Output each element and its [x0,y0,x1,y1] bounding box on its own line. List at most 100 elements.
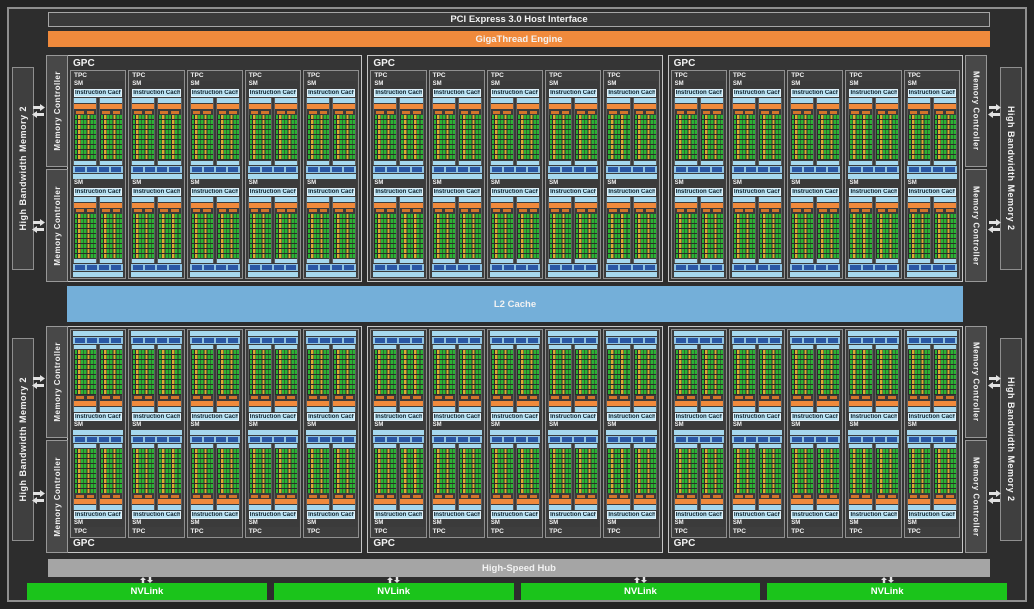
core-grid [333,115,356,160]
dispatch-unit [319,209,328,212]
load-store-segment [273,265,284,270]
dispatch-row [876,494,898,498]
dispatch-unit [503,110,511,114]
sm-partition [373,196,398,263]
dispatch-unit [471,494,479,498]
gpc-row-bottom: GPC TPC SM Instruction Cache SM Instruction C… [67,326,963,553]
load-store-segment [632,166,643,172]
dispatch-unit [771,494,780,498]
scheduler-bar [633,505,656,510]
dispatch-unit [134,494,142,498]
partition-footer-bar [333,160,356,165]
sm-block: SM Instruction Cache [372,331,425,429]
sm-partition [457,196,482,263]
dispatch-unit [144,110,153,114]
scheduler-bar [933,98,956,103]
sm-label: SM [732,520,742,526]
tpc-label: TPC [607,72,621,79]
scheduler-bar [575,505,598,510]
core-grid [817,115,840,160]
scheduler-bar [374,406,397,412]
dispatch-unit [218,209,227,212]
dispatch-row [275,110,297,114]
load-store-segment [711,166,722,172]
tpc-label: TPC [490,72,504,79]
core-grid [400,213,423,258]
sm-partition [548,443,573,510]
dispatch-unit [345,209,354,212]
load-store-row [489,435,541,443]
scheduler-bar [817,196,840,202]
texture-bar [906,173,957,179]
sm-partition [189,443,214,510]
load-store-segment [862,166,873,172]
dispatch-row [275,209,297,213]
dispatch-row [575,209,597,213]
sm-partition [790,443,815,510]
core-grid [933,213,956,258]
sm-partition [273,98,299,165]
instruction-cache-bar: Instruction Cache [732,412,782,421]
load-store-segment [169,436,180,442]
load-store-segment [920,265,931,270]
register-file-bar [817,400,840,406]
memory-controller-label: Memory Controller [52,185,62,266]
scheduler-bar [74,98,97,103]
dispatch-unit [819,110,827,114]
dispatch-row [517,494,539,498]
load-store-segment [308,436,319,442]
memory-controller-label: Memory Controller [52,456,62,537]
tpc-label: TPC [791,528,805,535]
register-file-bar [549,499,572,504]
dispatch-unit [76,396,84,399]
core-grid [517,448,540,493]
sm-partition [157,345,182,412]
dispatch-unit [76,110,84,114]
core-grid [791,213,814,258]
dispatch-unit [203,494,211,498]
scheduler-bar [732,196,756,202]
register-file-bar [248,202,271,208]
partition-footer-bar [674,259,697,263]
dispatch-row [433,209,455,213]
core-grid [674,448,697,493]
sm-partition [247,196,272,263]
nvlink-unit: NVLink [520,577,761,600]
dispatch-unit [687,209,695,212]
load-store-row [673,264,724,271]
sm-label: SM [307,421,317,428]
load-store-segment [908,166,919,172]
load-store-segment [457,166,468,172]
register-file-bar [732,202,756,208]
load-store-segment [562,166,573,172]
register-file-bar [907,499,930,504]
core-grid [216,115,239,160]
instruction-cache-bar: Instruction Cache [791,187,840,196]
sm-block: SM Instruction Cache [246,331,300,429]
sm-partition [699,443,724,510]
dispatch-unit [646,494,654,498]
sm-partition [399,98,424,165]
sm-partitions [189,196,241,263]
core-grid [458,115,481,160]
sm-partition [790,196,815,263]
scheduler-bar [333,505,356,510]
sm-partition [906,443,931,510]
register-file-bar [400,104,423,109]
load-store-segment [133,265,144,270]
dispatch-row [132,396,154,400]
load-store-segment [320,265,331,270]
partition-footer-bar [400,259,423,263]
hbm2-bar: High Bandwidth Memory 2 [1000,67,1022,270]
scheduler-bar [674,505,697,510]
sm-partition [574,98,599,165]
texture-bar [606,331,657,336]
partition-footer-bar [817,443,840,448]
register-file-bar [700,499,723,504]
partition-footer-bar [517,443,540,448]
register-file-bar [458,104,481,109]
sm-label: SM [849,520,859,526]
load-store-segment [620,436,631,442]
dispatch-unit [86,110,95,114]
sm-partition [758,345,783,412]
